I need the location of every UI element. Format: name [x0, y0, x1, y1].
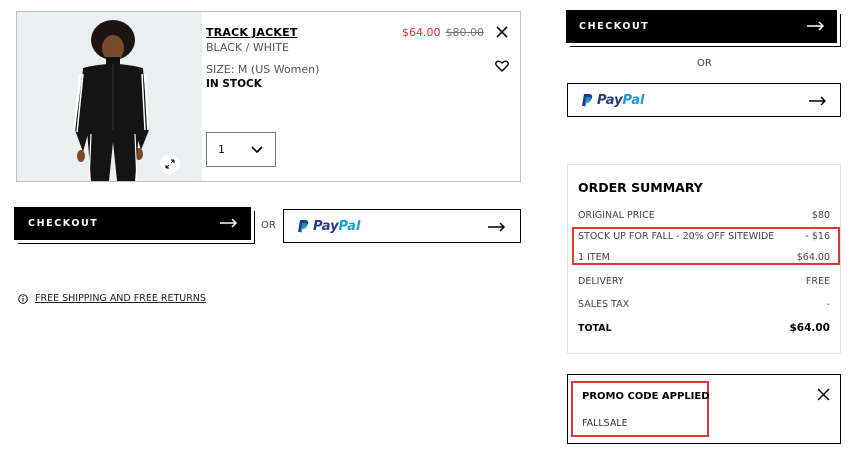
summary-label-discount: STOCK UP FOR FALL - 20% OFF SITEWIDE [578, 231, 775, 242]
summary-value-delivery: FREE [805, 276, 830, 287]
quantity-select[interactable]: 1 [206, 132, 276, 167]
paypal-button-main[interactable]: Pay Pal [283, 209, 521, 243]
checkout-label: CHECKOUT [579, 21, 650, 32]
summary-value-total: $64.00 [789, 322, 830, 334]
product-image[interactable] [17, 12, 202, 181]
info-icon [18, 293, 28, 304]
product-name[interactable]: TRACK JACKET [206, 26, 298, 39]
paypal-icon [582, 94, 593, 107]
summary-value-items: $64.00 [796, 252, 830, 263]
order-summary: ORDER SUMMARY ORIGINAL PRICE $80 STOCK U… [567, 164, 841, 354]
paypal-text-pal: Pal [622, 93, 645, 108]
cart-item-card: TRACK JACKET BLACK / WHITE SIZE: M (US W… [16, 11, 521, 182]
summary-label-total: TOTAL [578, 323, 612, 334]
paypal-logo: Pay Pal [298, 219, 360, 234]
paypal-text-pay: Pay [313, 219, 339, 234]
promo-code-box: PROMO CODE APPLIED FALLSALE [567, 374, 841, 444]
wishlist-button[interactable] [495, 57, 511, 72]
expand-icon[interactable] [160, 154, 180, 174]
close-icon [817, 388, 830, 401]
summary-label-items: 1 ITEM [578, 252, 610, 263]
promo-title: PROMO CODE APPLIED [582, 391, 710, 402]
paypal-text-pal: Pal [338, 219, 361, 234]
sale-price: $64.00 [402, 26, 441, 39]
summary-label-tax: SALES TAX [578, 299, 630, 310]
summary-value-original: $80 [811, 210, 830, 221]
summary-label-delivery: DELIVERY [578, 276, 624, 287]
paypal-logo: Pay Pal [582, 93, 644, 108]
arrow-right-icon [807, 21, 825, 31]
close-icon [496, 26, 508, 38]
remove-promo-button[interactable] [817, 386, 831, 401]
checkout-button-main[interactable]: CHECKOUT [14, 207, 251, 240]
product-size: SIZE: M (US Women) [206, 63, 320, 76]
checkout-label: CHECKOUT [28, 218, 99, 229]
paypal-button-side[interactable]: Pay Pal [567, 83, 841, 117]
summary-value-discount: - $16 [805, 231, 830, 242]
arrow-right-icon [220, 218, 238, 228]
product-color: BLACK / WHITE [206, 41, 289, 54]
promo-code: FALLSALE [582, 418, 628, 429]
chevron-down-icon [251, 146, 263, 154]
summary-label-original: ORIGINAL PRICE [578, 210, 655, 221]
shipping-link[interactable]: FREE SHIPPING AND FREE RETURNS [35, 293, 206, 304]
or-divider: OR [261, 220, 276, 231]
checkout-button-side[interactable]: CHECKOUT [566, 10, 837, 43]
paypal-icon [298, 220, 309, 233]
stock-status: IN STOCK [206, 78, 262, 90]
quantity-value: 1 [218, 143, 225, 156]
paypal-text-pay: Pay [597, 93, 623, 108]
summary-value-tax: - [826, 299, 830, 310]
price-block: $64.00 $80.00 [402, 26, 484, 39]
heart-icon [495, 60, 509, 72]
remove-item-button[interactable] [496, 23, 510, 38]
shipping-note: FREE SHIPPING AND FREE RETURNS [18, 293, 206, 304]
arrow-right-icon [809, 96, 827, 106]
original-price: $80.00 [445, 26, 485, 39]
summary-title: ORDER SUMMARY [578, 180, 703, 195]
arrow-right-icon [488, 222, 506, 232]
or-divider: OR [697, 58, 712, 69]
